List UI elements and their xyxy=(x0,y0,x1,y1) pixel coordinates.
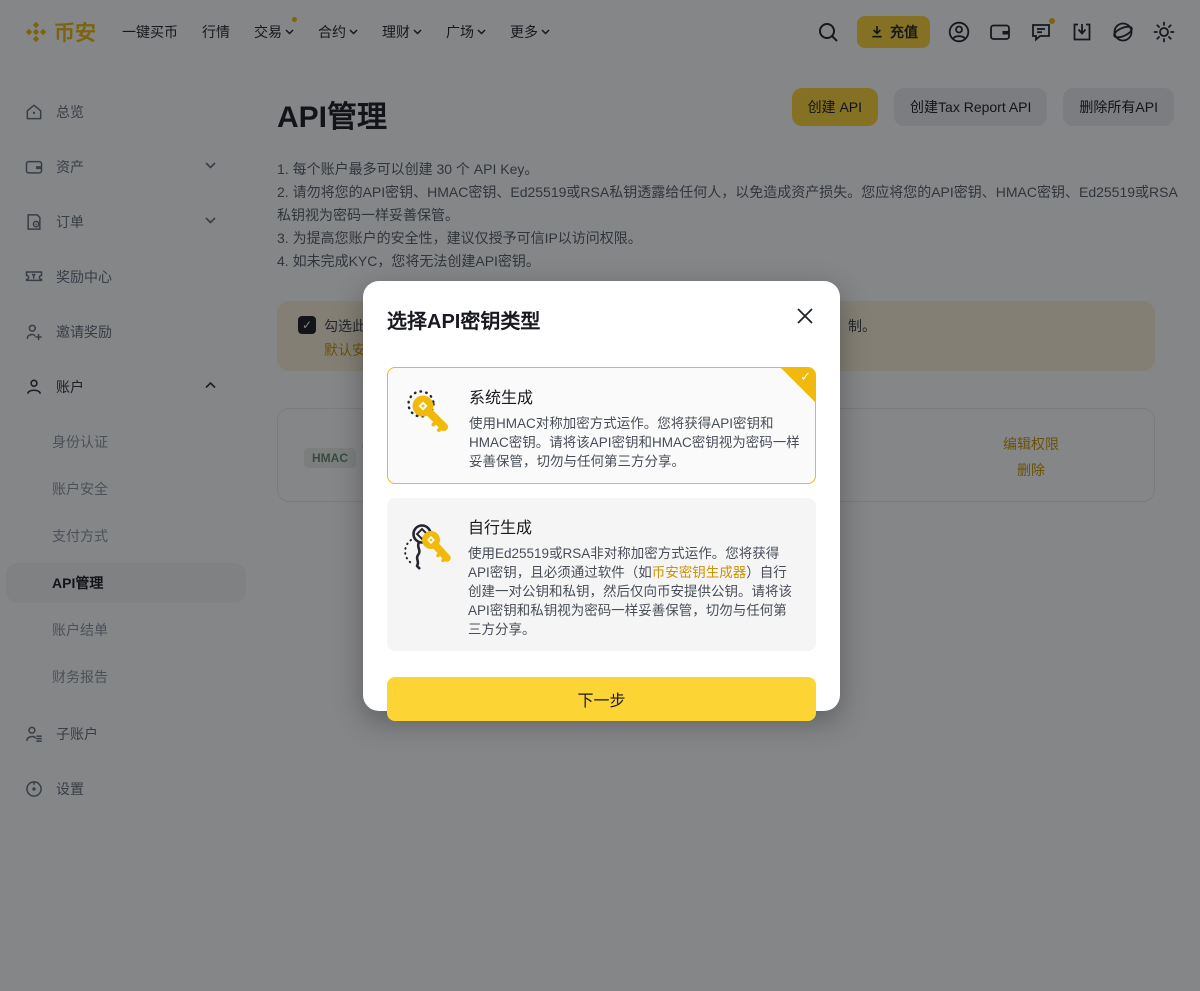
option-description: 使用Ed25519或RSA非对称加密方式运作。您将获得API密钥，且必须通过软件… xyxy=(468,544,800,639)
selected-check-icon: ✓ xyxy=(800,369,811,385)
option-system-generated[interactable]: 系统生成 使用HMAC对称加密方式运作。您将获得API密钥和HMAC密钥。请将该… xyxy=(387,367,816,484)
key-generator-link[interactable]: 币安密钥生成器 xyxy=(652,565,747,580)
key-pair-icon xyxy=(402,510,454,639)
option-title: 自行生成 xyxy=(468,514,800,538)
single-key-icon xyxy=(403,380,455,471)
option-description: 使用HMAC对称加密方式运作。您将获得API密钥和HMAC密钥。请将该API密钥… xyxy=(469,414,801,471)
next-step-button[interactable]: 下一步 xyxy=(387,677,816,721)
select-api-key-type-modal: 选择API密钥类型 系统生成 使用HMAC对称加密方式运作。您将获得API密钥和… xyxy=(363,281,840,711)
option-title: 系统生成 xyxy=(469,384,801,408)
close-icon[interactable] xyxy=(796,307,814,325)
modal-title: 选择API密钥类型 xyxy=(387,305,816,334)
option-self-generated[interactable]: 自行生成 使用Ed25519或RSA非对称加密方式运作。您将获得API密钥，且必… xyxy=(387,498,816,651)
